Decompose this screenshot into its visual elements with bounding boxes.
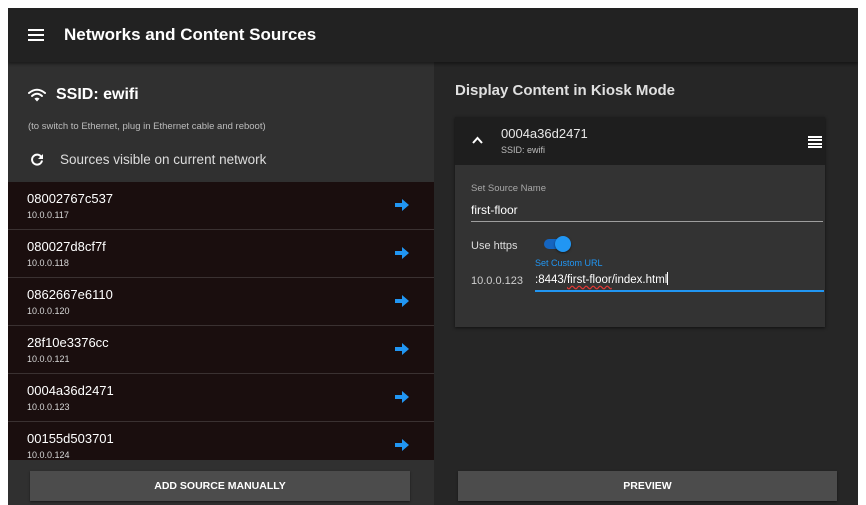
source-ip: 10.0.0.118 — [27, 258, 69, 268]
url-ip-prefix: 10.0.0.123 — [471, 275, 523, 287]
source-name-field[interactable] — [471, 197, 823, 222]
source-card: 0004a36d2471 SSID: ewifi Set Source Name… — [455, 117, 825, 327]
card-header[interactable]: 0004a36d2471 SSID: ewifi — [455, 117, 825, 165]
menu-icon[interactable] — [808, 136, 822, 148]
list-item[interactable]: 00155d503701 10.0.0.124 — [8, 422, 434, 460]
url-input[interactable]: :8443/first-floor/index.html — [535, 272, 824, 292]
wifi-icon — [28, 88, 46, 102]
source-ip: 10.0.0.124 — [27, 450, 70, 460]
ssid-row: SSID: ewifi — [28, 86, 139, 104]
text-caret — [667, 272, 669, 285]
visible-sources-label: Sources visible on current network — [60, 152, 267, 167]
source-name: 00155d503701 — [27, 431, 114, 446]
arrow-right-icon[interactable] — [395, 199, 409, 211]
arrow-right-icon[interactable] — [395, 295, 409, 307]
https-label: Use https — [471, 240, 518, 252]
source-list: 08002767c537 10.0.0.117 080027d8cf7f 10.… — [8, 182, 434, 460]
source-ip: 10.0.0.121 — [27, 354, 70, 364]
list-item[interactable]: 0862667e6110 10.0.0.120 — [8, 278, 434, 326]
app-title: Networks and Content Sources — [64, 25, 317, 44]
networks-panel: SSID: ewifi (to switch to Ethernet, plug… — [8, 62, 434, 505]
kiosk-panel: Display Content in Kiosk Mode 0004a36d24… — [434, 62, 858, 505]
ethernet-hint: (to switch to Ethernet, plug in Ethernet… — [28, 121, 266, 132]
list-item[interactable]: 08002767c537 10.0.0.117 — [8, 182, 434, 230]
source-ip: 10.0.0.117 — [27, 210, 69, 220]
hamburger-icon[interactable] — [28, 29, 44, 41]
list-item[interactable]: 0004a36d2471 10.0.0.123 — [8, 374, 434, 422]
source-name-label: Set Source Name — [471, 183, 546, 194]
kiosk-title: Display Content in Kiosk Mode — [455, 82, 676, 99]
card-ssid: SSID: ewifi — [501, 145, 546, 155]
card-source-name: 0004a36d2471 — [501, 126, 588, 141]
add-source-button[interactable]: ADD SOURCE MANUALLY — [30, 471, 410, 501]
set-custom-url-link[interactable]: Set Custom URL — [535, 258, 603, 268]
source-name: 0004a36d2471 — [27, 383, 114, 398]
source-name: 080027d8cf7f — [27, 239, 106, 254]
url-port-text: :8443/ — [535, 274, 567, 286]
source-ip: 10.0.0.120 — [27, 306, 70, 316]
refresh-icon[interactable] — [30, 153, 44, 167]
list-item[interactable]: 080027d8cf7f 10.0.0.118 — [8, 230, 434, 278]
arrow-right-icon[interactable] — [395, 439, 409, 451]
arrow-right-icon[interactable] — [395, 391, 409, 403]
source-name: 08002767c537 — [27, 191, 114, 206]
app-bar: Networks and Content Sources — [8, 8, 858, 62]
https-toggle[interactable] — [544, 236, 571, 252]
source-name: 0862667e6110 — [27, 287, 113, 302]
source-ip: 10.0.0.123 — [27, 402, 70, 412]
arrow-right-icon[interactable] — [395, 247, 409, 259]
url-misspelled-text: first-floor — [566, 274, 612, 286]
list-item[interactable]: 28f10e3376cc 10.0.0.121 — [8, 326, 434, 374]
chevron-up-icon[interactable] — [472, 136, 483, 144]
source-name: 28f10e3376cc — [27, 335, 109, 350]
toggle-knob — [555, 236, 571, 252]
arrow-right-icon[interactable] — [395, 343, 409, 355]
preview-button[interactable]: PREVIEW — [458, 471, 837, 501]
visible-sources-row: Sources visible on current network — [30, 152, 266, 167]
ssid-label: SSID: ewifi — [56, 86, 139, 103]
url-path-text: /index.html — [611, 274, 668, 286]
app-screen: Networks and Content Sources SSID: ewifi… — [8, 8, 858, 505]
